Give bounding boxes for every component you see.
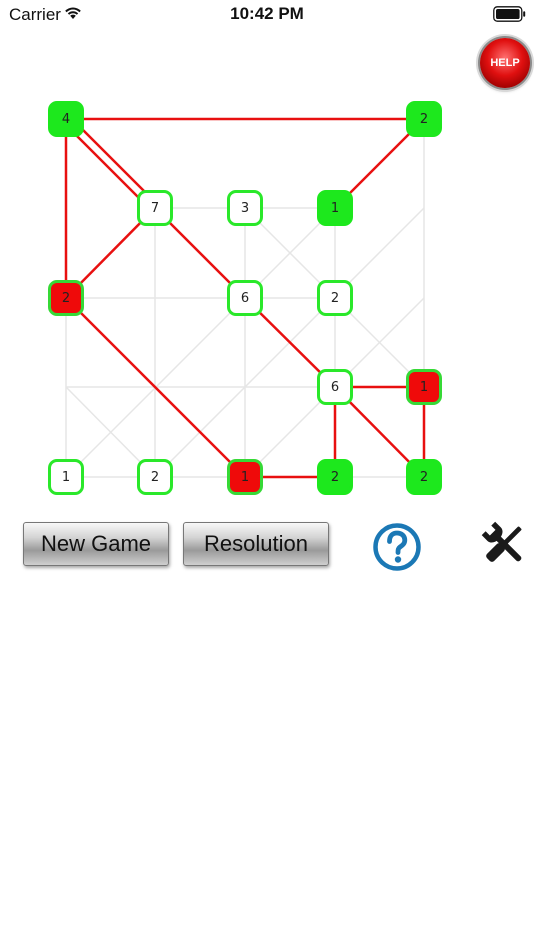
island-node[interactable]: 3 (227, 190, 263, 226)
puzzle-board: 4 2 7 3 1 2 6 2 6 1 1 2 1 2 2 (0, 0, 534, 520)
board-lines (62, 115, 426, 479)
island-value: 2 (419, 111, 429, 127)
island-node[interactable]: 2 (317, 459, 353, 495)
island-node[interactable]: 6 (227, 280, 263, 316)
island-node[interactable]: 7 (137, 190, 173, 226)
island-node[interactable]: 4 (48, 101, 84, 137)
island-value: 1 (61, 469, 71, 485)
island-value: 2 (61, 290, 71, 306)
island-node[interactable]: 1 (406, 369, 442, 405)
island-value: 4 (61, 111, 71, 127)
wrench-screwdriver-icon[interactable] (478, 518, 530, 570)
island-node[interactable]: 2 (48, 280, 84, 316)
island-value: 1 (419, 379, 429, 395)
resolution-button[interactable]: Resolution (183, 522, 329, 566)
island-value: 1 (240, 469, 250, 485)
island-value: 2 (330, 290, 340, 306)
island-node[interactable]: 1 (48, 459, 84, 495)
island-value: 2 (330, 469, 340, 485)
new-game-button[interactable]: New Game (23, 522, 169, 566)
island-value: 1 (330, 200, 340, 216)
island-node[interactable]: 1 (317, 190, 353, 226)
island-node[interactable]: 2 (317, 280, 353, 316)
island-value: 6 (240, 290, 250, 306)
question-icon[interactable] (372, 522, 422, 572)
new-game-label: New Game (40, 531, 152, 556)
island-node[interactable]: 2 (406, 101, 442, 137)
island-value: 3 (240, 200, 250, 216)
island-node[interactable]: 1 (227, 459, 263, 495)
island-value: 2 (419, 469, 429, 485)
grid-line (65, 207, 336, 478)
island-value: 6 (330, 379, 340, 395)
island-node[interactable]: 2 (137, 459, 173, 495)
island-node[interactable]: 6 (317, 369, 353, 405)
island-node[interactable]: 2 (406, 459, 442, 495)
resolution-label: Resolution (204, 531, 308, 556)
island-value: 7 (150, 200, 160, 216)
game-screen: Carrier 10:42 PM HELP 4 2 7 3 1 2 6 2 6 … (0, 0, 534, 950)
island-value: 2 (150, 469, 160, 485)
